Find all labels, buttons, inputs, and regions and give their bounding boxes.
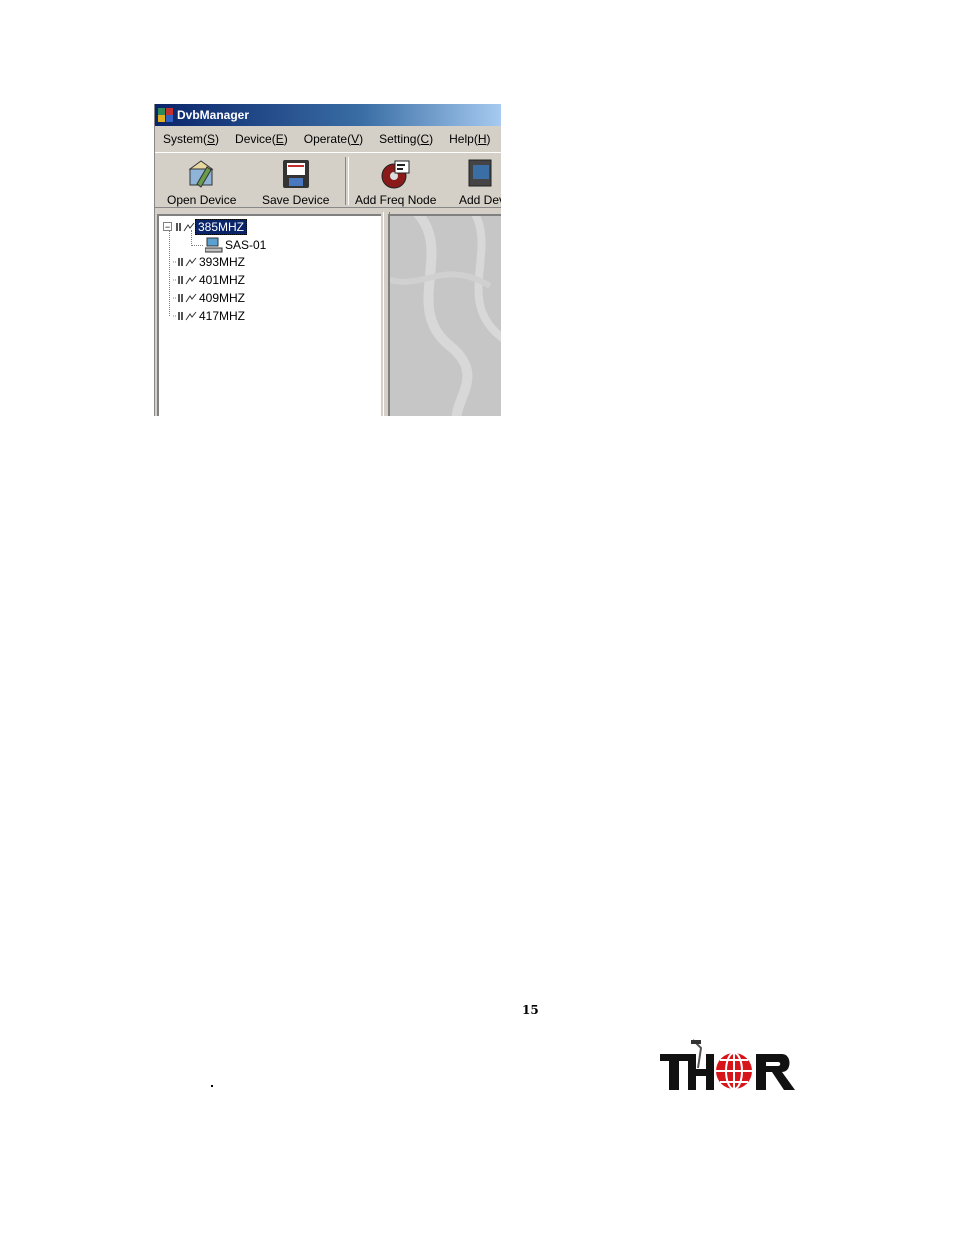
tree-node-393mhz[interactable]: 393MHZ [173,253,247,270]
menu-system[interactable]: System(S) [155,132,227,146]
title-bar[interactable]: DvbManager [155,104,501,126]
dvbmanager-window: DvbManager System(S) Device(E) Operate(V… [154,104,501,416]
tree-connector [191,245,203,246]
monitor-icon [468,159,492,187]
tree-connector [169,228,170,316]
save-device-label: Save Device [262,193,330,207]
camera-reel-icon [381,160,410,189]
thor-logo [660,1039,795,1090]
device-computer-icon [205,237,223,252]
tree-node-401mhz[interactable]: 401MHZ [173,271,247,288]
save-device-button[interactable]: Save Device [262,157,329,207]
background-watermark [390,216,501,416]
toolbar-separator [345,157,349,205]
tree-node-label: 401MHZ [199,272,246,287]
app-icon [158,108,174,122]
menu-device[interactable]: Device(E) [227,132,296,146]
floppy-disk-icon [282,160,309,188]
collapse-icon[interactable]: − [163,222,172,232]
tree-node-409mhz[interactable]: 409MHZ [173,289,247,306]
add-device-label: Add Dev [459,193,501,207]
tree-node-label: 417MHZ [199,308,246,323]
tree-node-385mhz[interactable]: − 385MHZ [163,218,248,235]
dot-mark [211,1085,213,1087]
menu-help[interactable]: Help(H) [441,132,498,146]
frequency-node-icon [176,222,195,231]
open-device-button[interactable]: Open Device [167,157,236,207]
tree-node-label: 385MHZ [195,218,248,235]
device-tree[interactable]: − 385MHZ SAS-01 393MHZ 401MHZ 409MHZ 417… [157,214,381,416]
frequency-node-icon [173,311,197,320]
menu-operate[interactable]: Operate(V) [296,132,371,146]
menu-setting[interactable]: Setting(C) [371,132,441,146]
add-freq-node-label: Add Freq Node [355,193,437,207]
frequency-node-icon [173,293,197,302]
add-device-button[interactable]: Add Dev [459,157,501,207]
toolbar: Open Device Save Device Add Freq Node Ad… [155,153,501,208]
detail-pane [388,214,501,416]
menu-bar: System(S) Device(E) Operate(V) Setting(C… [155,126,501,153]
open-device-label: Open Device [167,193,237,207]
tree-node-417mhz[interactable]: 417MHZ [173,307,247,324]
tree-node-label: SAS-01 [225,237,267,252]
frequency-node-icon [173,275,197,284]
frequency-node-icon [173,257,197,266]
tree-node-sas-01[interactable]: SAS-01 [205,236,268,253]
tree-node-label: 409MHZ [199,290,246,305]
add-freq-node-button[interactable]: Add Freq Node [355,157,436,207]
tree-node-label: 393MHZ [199,254,246,269]
open-device-icon [188,160,214,188]
window-title: DvbManager [177,108,250,122]
page-number: 15 [522,1003,539,1017]
main-panes: − 385MHZ SAS-01 393MHZ 401MHZ 409MHZ 417… [155,212,501,416]
